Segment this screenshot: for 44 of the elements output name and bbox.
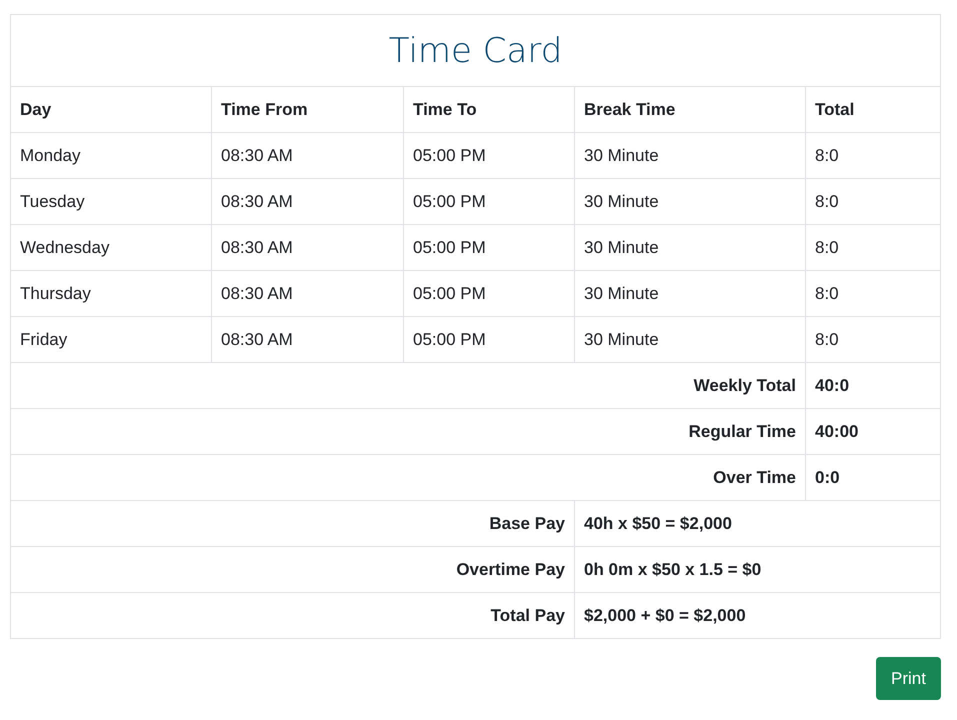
table-cell: 8:0 (806, 316, 941, 362)
table-cell: 05:00 PM (404, 132, 574, 178)
table-cell: Wednesday (10, 224, 212, 270)
table-cell: Thursday (10, 270, 212, 316)
column-header: Break Time (574, 86, 806, 132)
table-cell: 08:30 AM (212, 316, 404, 362)
table-cell: 05:00 PM (404, 316, 574, 362)
page-title: Time Card (388, 30, 562, 70)
summary-value: 40:00 (806, 408, 941, 454)
summary-value: 0:0 (806, 454, 941, 500)
column-header: Time From (212, 86, 404, 132)
table-cell: 08:30 AM (212, 178, 404, 224)
pay-value: $2,000 + $0 = $2,000 (574, 592, 941, 638)
table-cell: 30 Minute (574, 178, 806, 224)
summary-label: Regular Time (10, 408, 806, 454)
table-cell: 08:30 AM (212, 132, 404, 178)
print-button[interactable]: Print (876, 657, 941, 700)
column-header: Time To (404, 86, 574, 132)
table-cell: Monday (10, 132, 212, 178)
table-cell: 05:00 PM (404, 270, 574, 316)
summary-label: Over Time (10, 454, 806, 500)
column-header: Total (806, 86, 941, 132)
table-cell: Tuesday (10, 178, 212, 224)
pay-value: 40h x $50 = $2,000 (574, 500, 941, 546)
table-cell: Friday (10, 316, 212, 362)
summary-value: 40:0 (806, 362, 941, 408)
table-cell: 8:0 (806, 132, 941, 178)
table-cell: 30 Minute (574, 316, 806, 362)
table-cell: 05:00 PM (404, 178, 574, 224)
table-cell: 08:30 AM (212, 270, 404, 316)
table-cell: 05:00 PM (404, 224, 574, 270)
column-header: Day (10, 86, 212, 132)
table-cell: 8:0 (806, 270, 941, 316)
pay-value: 0h 0m x $50 x 1.5 = $0 (574, 546, 941, 592)
table-cell: 08:30 AM (212, 224, 404, 270)
table-cell: 30 Minute (574, 224, 806, 270)
pay-label: Base Pay (10, 500, 574, 546)
table-cell: 30 Minute (574, 132, 806, 178)
table-cell: 8:0 (806, 178, 941, 224)
summary-label: Weekly Total (10, 362, 806, 408)
table-cell: 8:0 (806, 224, 941, 270)
pay-label: Overtime Pay (10, 546, 574, 592)
pay-label: Total Pay (10, 592, 574, 638)
table-cell: 30 Minute (574, 270, 806, 316)
